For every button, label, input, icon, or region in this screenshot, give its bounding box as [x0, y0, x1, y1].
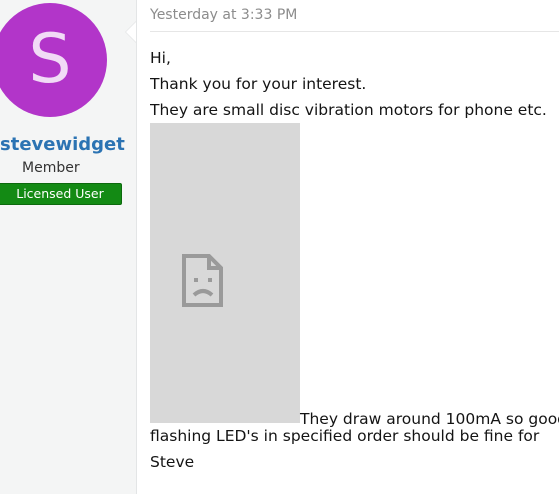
forum-post: S stevewidget Member Licensed User Yeste… — [0, 0, 559, 494]
post-arrow — [126, 22, 136, 42]
image-row: They draw around 100mA so good — [150, 123, 559, 428]
signature: Steve — [150, 453, 195, 471]
broken-image[interactable] — [150, 123, 300, 423]
broken-image-icon — [182, 254, 223, 307]
user-sidebar: S stevewidget Member Licensed User — [0, 0, 137, 494]
message-line: They are small disc vibration motors for… — [150, 101, 547, 119]
post-date-link[interactable]: Yesterday at 3:33 PM — [150, 7, 297, 23]
user-title: Member — [22, 160, 80, 176]
message-line: They draw around 100mA so good — [300, 410, 559, 428]
message-line: Thank you for your interest. — [150, 75, 367, 93]
username-link[interactable]: stevewidget — [0, 134, 125, 155]
status-badge: Licensed User — [0, 183, 122, 205]
date-divider — [150, 31, 559, 32]
message-body: Hi, Thank you for your interest. They ar… — [150, 45, 559, 475]
avatar[interactable]: S — [0, 3, 107, 117]
greeting-text: Hi, — [150, 49, 171, 67]
